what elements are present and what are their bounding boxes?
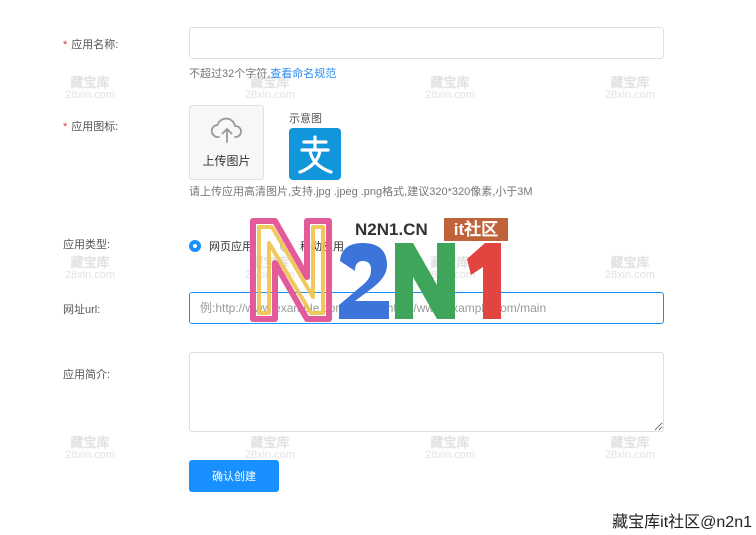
watermark-tile: 藏宝库 28xin.com — [420, 256, 480, 281]
app-name-label-row: * 应用名称: — [63, 36, 118, 52]
watermark-tile-title: 藏宝库 — [430, 75, 470, 90]
required-mark: * — [63, 121, 68, 133]
watermark-tile-title: 藏宝库 — [430, 435, 470, 450]
app-icon-hint: 请上传应用高清图片,支持.jpg .jpeg .png格式,建议320*320像… — [189, 186, 533, 198]
app-name-hint: 不超过32个字符,查看命名规范 — [189, 65, 336, 81]
example-label: 示意图 — [289, 113, 322, 125]
app-icon-label-row: * 应用图标: — [63, 118, 118, 134]
watermark-tile-url: 28xin.com — [604, 449, 656, 461]
radio-circle[interactable] — [280, 240, 292, 252]
watermark-tile: 藏宝库 28xin.com — [240, 436, 300, 461]
radio-mobile-app-label: 移动应用 — [300, 241, 344, 253]
radio-web-app[interactable]: 网页应用 — [189, 238, 253, 254]
url-input[interactable] — [189, 292, 664, 324]
watermark-tile-url: 28xin.com — [424, 89, 476, 101]
confirm-create-button[interactable]: 确认创建 — [189, 460, 279, 492]
brand-tag-watermark: it社区 — [444, 218, 508, 241]
naming-rules-link[interactable]: 查看命名规范 — [270, 68, 336, 80]
radio-circle-checked[interactable] — [189, 240, 201, 252]
watermark-tile-url: 28xin.com — [604, 269, 656, 281]
watermark-tile-title: 藏宝库 — [430, 255, 470, 270]
app-name-label: 应用名称: — [71, 39, 119, 51]
watermark-tile-title: 藏宝库 — [70, 75, 110, 90]
app-icon-label: 应用图标: — [71, 121, 119, 133]
alipay-icon — [289, 128, 341, 180]
app-type-label: 应用类型: — [63, 239, 111, 251]
watermark-tile-url: 28xin.com — [64, 449, 116, 461]
watermark-tile-title: 藏宝库 — [610, 435, 650, 450]
upload-image-label: 上传图片 — [202, 154, 251, 168]
watermark-tile: 藏宝库 28xin.com — [420, 436, 480, 461]
app-intro-label: 应用简介: — [63, 369, 111, 381]
footer-watermark: 藏宝库it社区@n2n1 — [612, 508, 752, 532]
upload-image-button[interactable]: 上传图片 — [189, 105, 264, 180]
watermark-tile: 藏宝库 28xin.com — [420, 76, 480, 101]
watermark-tile-title: 藏宝库 — [250, 435, 290, 450]
app-create-form: 藏宝库 28xin.com 藏宝库 28xin.com 藏宝库 28xin.com 藏宝库 2… — [0, 0, 756, 535]
radio-web-app-label: 网页应用 — [209, 241, 253, 253]
watermark-tile-title: 藏宝库 — [70, 255, 110, 270]
cloud-upload-icon — [210, 116, 243, 149]
watermark-tile-title: 藏宝库 — [610, 75, 650, 90]
required-mark: * — [63, 39, 68, 51]
watermark-tile: 藏宝库 28xin.com — [600, 76, 660, 101]
radio-mobile-app[interactable]: 移动应用 — [280, 238, 344, 254]
watermark-tile-url: 28xin.com — [424, 449, 476, 461]
app-intro-textarea[interactable] — [189, 352, 664, 432]
watermark-tile-url: 28xin.com — [244, 269, 296, 281]
watermark-tile: 藏宝库 28xin.com — [60, 76, 120, 101]
watermark-tile-title: 藏宝库 — [250, 255, 290, 270]
watermark-tile: 藏宝库 28xin.com — [60, 256, 120, 281]
watermark-tile-url: 28xin.com — [64, 89, 116, 101]
watermark-tile-url: 28xin.com — [244, 89, 296, 101]
watermark-tile: 藏宝库 28xin.com — [600, 436, 660, 461]
url-label: 网址url: — [63, 304, 101, 316]
watermark-tile-url: 28xin.com — [424, 269, 476, 281]
watermark-tile: 藏宝库 28xin.com — [600, 256, 660, 281]
watermark-tile-url: 28xin.com — [64, 269, 116, 281]
watermark-tile-title: 藏宝库 — [70, 435, 110, 450]
app-name-input[interactable] — [189, 27, 664, 59]
watermark-tile-url: 28xin.com — [604, 89, 656, 101]
watermark-tile: 藏宝库 28xin.com — [240, 256, 300, 281]
watermark-tile: 藏宝库 28xin.com — [60, 436, 120, 461]
watermark-tile-title: 藏宝库 — [610, 255, 650, 270]
app-name-hint-text: 不超过32个字符, — [189, 68, 271, 80]
brand-text-watermark: N2N1.CN — [355, 220, 428, 239]
